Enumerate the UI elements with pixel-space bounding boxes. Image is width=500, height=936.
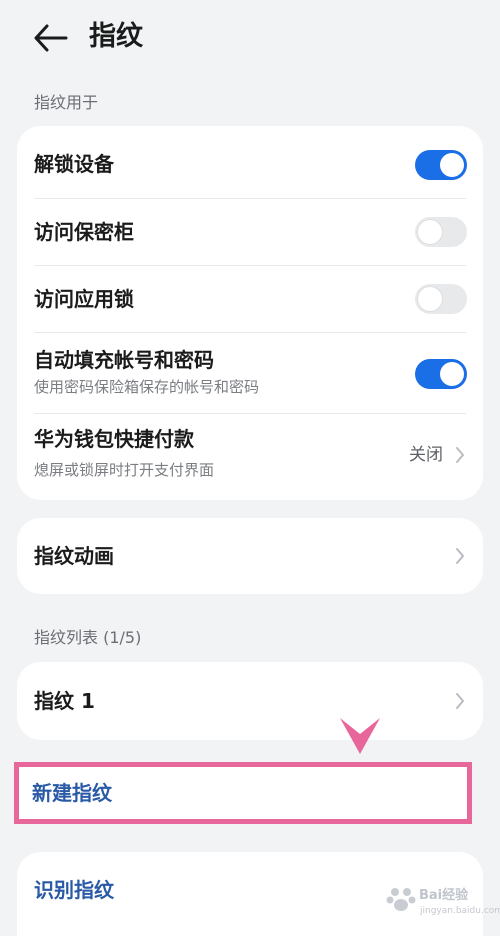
watermark-text: Bai经验 <box>419 888 469 903</box>
settings-row-app-lock[interactable]: 访问应用锁 <box>17 266 483 332</box>
row-subtitle: 熄屏或锁屏时打开支付界面 <box>34 461 215 479</box>
page-title: 指纹 <box>89 21 143 52</box>
row-label: 自动填充帐号和密码 <box>34 348 214 372</box>
chevron-right-icon <box>456 548 464 564</box>
toggle-knob <box>440 362 464 386</box>
new-fingerprint-label: 新建指纹 <box>32 781 112 805</box>
fingerprint-use-card: 解锁设备 访问保密柜 访问应用锁 自动填充帐号和密码 使用密码保险箱保存的帐号和… <box>17 126 483 500</box>
pointer-arrow-icon <box>340 718 380 754</box>
row-label: 访问应用锁 <box>34 287 134 311</box>
watermark: Bai经验 jingyan.baidu.com <box>384 880 500 930</box>
watermark-subtext: jingyan.baidu.com <box>420 906 500 916</box>
animation-card[interactable]: 指纹动画 <box>17 518 483 594</box>
wallet-pay-value: 关闭 <box>409 445 443 465</box>
settings-row-wallet-pay[interactable]: 华为钱包快捷付款 熄屏或锁屏时打开支付界面 关闭 <box>17 414 483 500</box>
fingerprint-list-card: 指纹 1 <box>17 662 483 740</box>
chevron-right-icon <box>456 693 464 709</box>
section-label-fingerprint-list: 指纹列表 (1/5) <box>34 628 142 647</box>
app-lock-toggle[interactable] <box>415 284 467 314</box>
unlock-device-toggle[interactable] <box>415 150 467 180</box>
back-arrow-icon[interactable] <box>30 20 70 56</box>
settings-row-unlock-device[interactable]: 解锁设备 <box>17 126 483 198</box>
toggle-knob <box>418 287 442 311</box>
row-label: 指纹动画 <box>34 544 114 568</box>
row-label: 华为钱包快捷付款 <box>34 427 194 451</box>
fingerprint-list-item[interactable]: 指纹 1 <box>17 662 483 740</box>
settings-row-safe[interactable]: 访问保密柜 <box>17 199 483 265</box>
toggle-knob <box>418 220 442 244</box>
paw-logo-icon <box>386 888 416 911</box>
row-label: 访问保密柜 <box>34 220 134 244</box>
settings-row-animation[interactable]: 指纹动画 <box>17 518 483 594</box>
section-label-fingerprint-use: 指纹用于 <box>34 93 99 112</box>
identify-fingerprint-label: 识别指纹 <box>34 878 114 902</box>
safe-toggle[interactable] <box>415 217 467 247</box>
app-header: 指纹 <box>0 0 500 76</box>
chevron-right-icon <box>456 447 464 463</box>
settings-row-autofill[interactable]: 自动填充帐号和密码 使用密码保险箱保存的帐号和密码 <box>17 333 483 413</box>
row-label: 解锁设备 <box>34 152 114 176</box>
autofill-toggle[interactable] <box>415 359 467 389</box>
row-subtitle: 使用密码保险箱保存的帐号和密码 <box>34 378 260 396</box>
row-label: 指纹 1 <box>34 689 95 713</box>
new-fingerprint-button[interactable]: 新建指纹 <box>14 762 472 824</box>
toggle-knob <box>440 153 464 177</box>
